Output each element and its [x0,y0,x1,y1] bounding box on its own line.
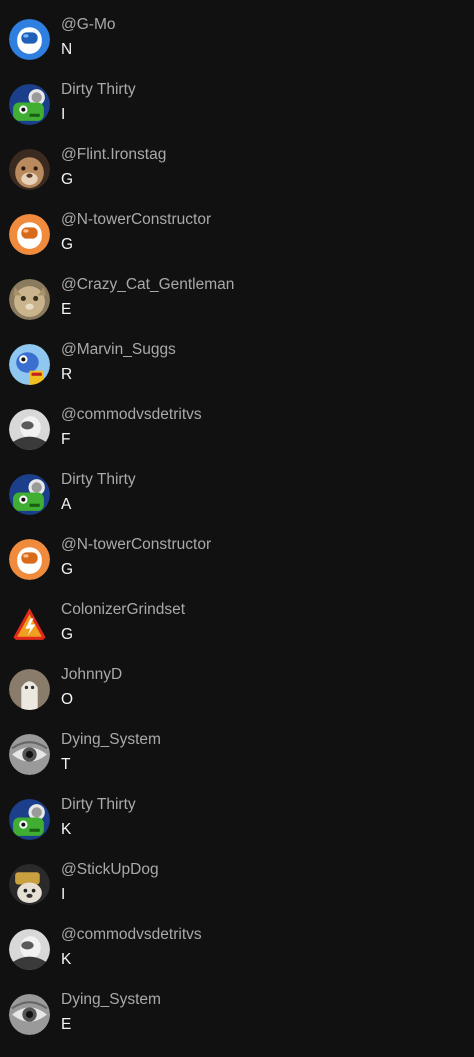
username[interactable]: Dirty Thirty [61,796,136,814]
chat-message: @Flint.Ironstag G [0,130,474,195]
username[interactable]: Dying_System [61,731,161,749]
message-text: T [61,756,71,773]
username[interactable]: Dying_System [61,991,161,1009]
eye-avatar-icon[interactable] [9,994,50,1035]
cartoon-character-avatar-icon[interactable] [9,344,50,385]
message-text: F [61,431,71,448]
username[interactable]: JohnnyD [61,666,122,684]
username[interactable]: @commodvsdetritvs [61,926,202,944]
username[interactable]: @N-towerConstructor [61,211,211,229]
username[interactable]: @G-Mo [61,16,116,34]
username[interactable]: Dirty Thirty [61,471,136,489]
chat-message: @commodvsdetritvs F [0,390,474,455]
username[interactable]: @Crazy_Cat_Gentleman [61,276,234,294]
message-text: G [61,626,74,643]
chat-message: @StickUpDog I [0,845,474,910]
chat-message: @commodvsdetritvs K [0,910,474,975]
message-text: I [61,886,66,903]
green-cartoon-avatar-icon[interactable] [9,799,50,840]
chat-message: JohnnyD O [0,650,474,715]
message-text: O [61,691,74,708]
username[interactable]: Dirty Thirty [61,81,136,99]
chat-message: @G-Mo N [0,0,474,65]
green-cartoon-avatar-icon[interactable] [9,474,50,515]
chat-message: @N-towerConstructor G [0,520,474,585]
chat-message: @Marvin_Suggs R [0,325,474,390]
chat-feed: @G-Mo N Dirty Thirty I @Flint.Ironstag G… [0,0,474,1057]
message-text: G [61,171,74,188]
chat-message: ColonizerGrindset G [0,585,474,650]
chat-message: @Crazy_Cat_Gentleman E [0,260,474,325]
bw-figure-avatar-icon[interactable] [9,929,50,970]
message-text: N [61,41,73,58]
chat-message: Dirty Thirty K [0,780,474,845]
ghost-photo-avatar-icon[interactable] [9,669,50,710]
cat-photo-avatar-icon[interactable] [9,279,50,320]
green-cartoon-avatar-icon[interactable] [9,84,50,125]
username[interactable]: @N-towerConstructor [61,536,211,554]
username[interactable]: ColonizerGrindset [61,601,185,619]
username[interactable]: @Marvin_Suggs [61,341,176,359]
dog-photo-avatar-icon[interactable] [9,864,50,905]
message-text: K [61,951,72,968]
chat-message: Dying_System E [0,975,474,1040]
message-text: A [61,496,72,513]
message-text: I [61,106,66,123]
message-text: K [61,821,72,838]
message-text: E [61,301,72,318]
cougar-photo-avatar-icon[interactable] [9,149,50,190]
message-text: E [61,1016,72,1033]
chat-message: Dirty Thirty A [0,455,474,520]
username[interactable]: @Flint.Ironstag [61,146,166,164]
astronaut-blue-avatar-icon[interactable] [9,19,50,60]
message-text: G [61,236,74,253]
username[interactable]: @StickUpDog [61,861,159,879]
bw-figure-avatar-icon[interactable] [9,409,50,450]
chat-message: Dying_System T [0,715,474,780]
chat-message: Dirty Thirty I [0,65,474,130]
username[interactable]: @commodvsdetritvs [61,406,202,424]
astronaut-orange-avatar-icon[interactable] [9,539,50,580]
message-text: G [61,561,74,578]
astronaut-orange-avatar-icon[interactable] [9,214,50,255]
message-text: R [61,366,73,383]
eye-avatar-icon[interactable] [9,734,50,775]
chat-message: @N-towerConstructor G [0,195,474,260]
warning-triangle-avatar-icon[interactable] [9,604,50,645]
